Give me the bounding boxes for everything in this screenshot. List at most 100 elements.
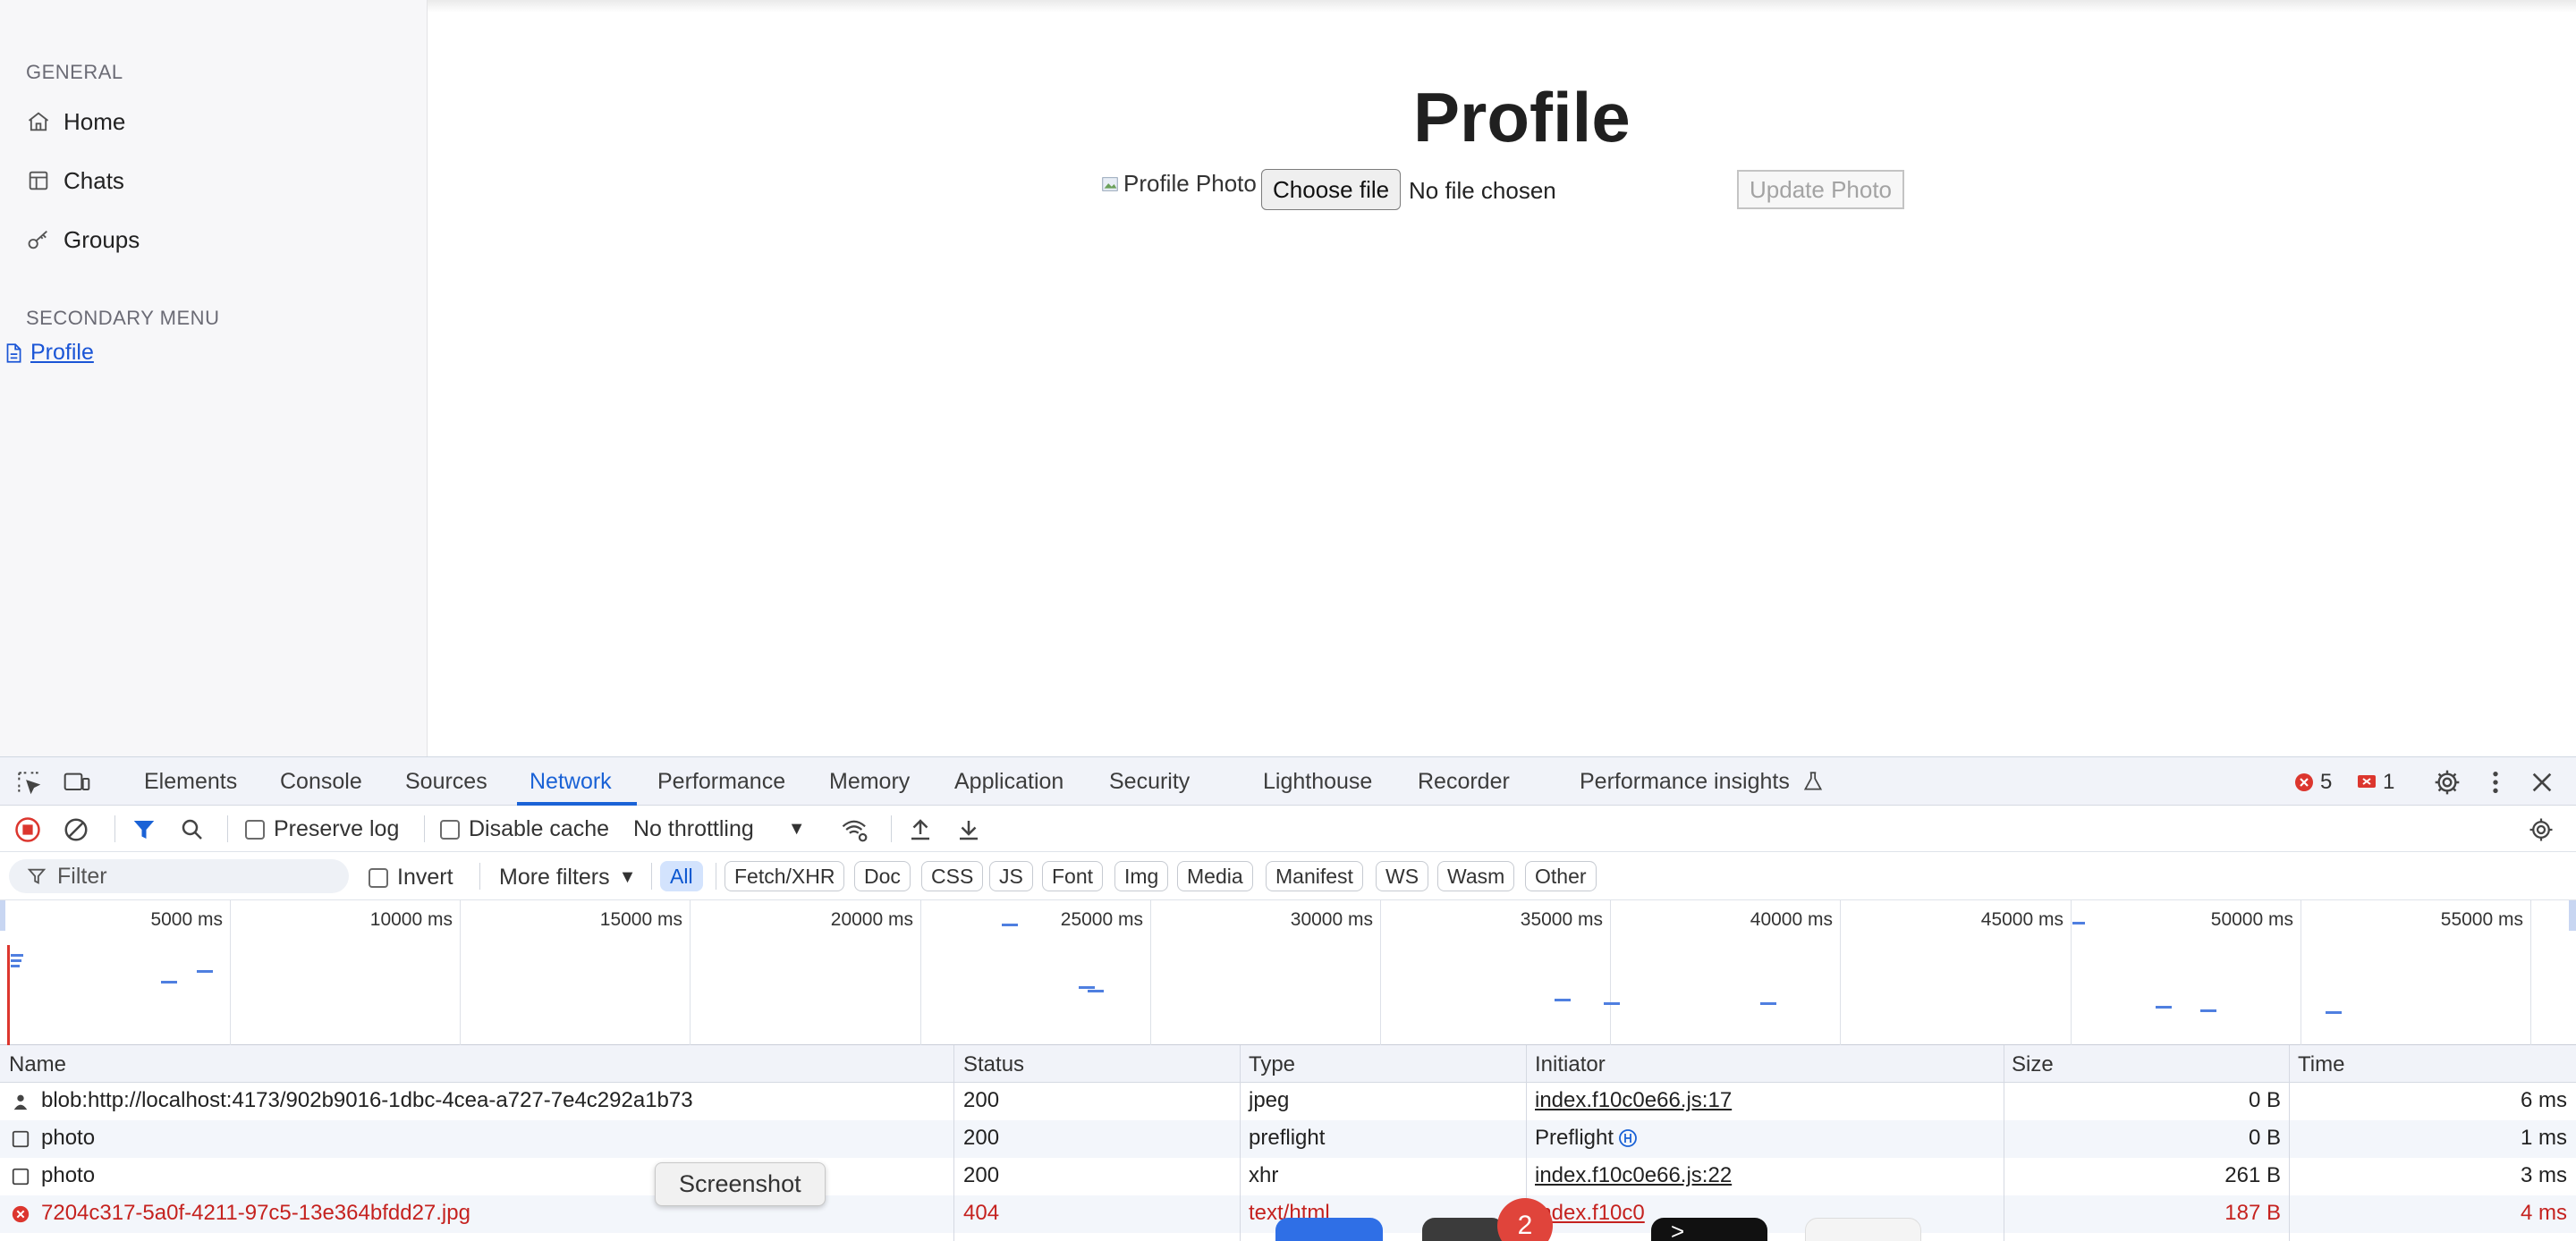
chip-doc[interactable]: Doc: [854, 861, 911, 891]
tab-console[interactable]: Console: [280, 769, 362, 795]
disable-cache-checkbox[interactable]: Disable cache: [440, 816, 609, 842]
chip-manifest[interactable]: Manifest: [1266, 861, 1363, 891]
request-initiator-link[interactable]: index.f10c0e66.js:17: [1535, 1088, 1732, 1113]
column-header-size[interactable]: Size: [2012, 1052, 2054, 1077]
error-count: 5: [2320, 770, 2333, 794]
chip-media[interactable]: Media: [1177, 861, 1253, 891]
tab-lighthouse[interactable]: Lighthouse: [1263, 769, 1372, 795]
request-timing-bar: [11, 965, 20, 967]
network-overview-timeline[interactable]: 5000 ms 10000 ms 15000 ms 20000 ms 25000 ms 3…: [0, 900, 2576, 1045]
request-initiator-link[interactable]: index.f10c0e66.js:22: [1535, 1163, 1732, 1188]
issues-counter[interactable]: 1: [2356, 770, 2394, 795]
checkbox-box[interactable]: [440, 819, 460, 840]
tab-performance-insights[interactable]: Performance insights: [1580, 769, 1790, 795]
sidebar-item-label: Home: [64, 107, 126, 135]
request-name: photo: [41, 1163, 96, 1187]
chip-wasm[interactable]: Wasm: [1437, 861, 1515, 891]
filter-input[interactable]: Filter: [9, 859, 349, 893]
checkbox-box[interactable]: [245, 819, 265, 840]
upload-icon[interactable]: [907, 816, 934, 843]
update-photo-button[interactable]: Update Photo: [1737, 170, 1905, 209]
filter-funnel-icon: [27, 868, 47, 884]
timeline-tick-label: 10000 ms: [369, 909, 453, 930]
document-icon: [12, 1130, 30, 1148]
request-status: 404: [963, 1201, 1000, 1225]
download-icon[interactable]: [955, 816, 982, 843]
more-options-icon[interactable]: [2481, 768, 2510, 797]
tab-recorder[interactable]: Recorder: [1418, 769, 1510, 795]
preserve-log-checkbox[interactable]: Preserve log: [245, 816, 399, 842]
search-icon[interactable]: [179, 816, 206, 843]
request-initiator: Preflight: [1535, 1126, 1639, 1151]
column-divider[interactable]: [2289, 1045, 2290, 1241]
table-row[interactable]: photo 200 xhr index.f10c0e66.js:22 261 B…: [0, 1158, 2576, 1195]
timeline-tick-label: 5000 ms: [150, 909, 223, 930]
range-handle-right[interactable]: [2569, 900, 2576, 931]
error-counter[interactable]: 5: [2293, 770, 2332, 795]
column-header-type[interactable]: Type: [1249, 1052, 1295, 1077]
error-icon: [12, 1205, 30, 1223]
tab-memory[interactable]: Memory: [829, 769, 910, 795]
timeline-tick-label: 20000 ms: [830, 909, 913, 930]
close-icon[interactable]: [2528, 768, 2556, 797]
dock-app-icon[interactable]: [1275, 1218, 1383, 1241]
dock-app-icon[interactable]: [1805, 1218, 1921, 1241]
column-divider[interactable]: [953, 1045, 954, 1241]
timeline-tick-label: 30000 ms: [1290, 909, 1373, 930]
table-row[interactable]: photo 200 preflight Preflight 0 B 1 ms: [0, 1120, 2576, 1158]
dock-app-icon[interactable]: [1422, 1218, 1504, 1241]
column-header-time[interactable]: Time: [2298, 1052, 2344, 1077]
choose-file-button[interactable]: Choose file: [1261, 169, 1402, 210]
column-header-name[interactable]: Name: [9, 1052, 66, 1077]
invert-checkbox[interactable]: Invert: [369, 865, 453, 891]
clear-icon[interactable]: [63, 816, 89, 843]
column-divider[interactable]: [1240, 1045, 1241, 1241]
chip-font[interactable]: Font: [1042, 861, 1104, 891]
request-timing-bar: [2200, 1009, 2216, 1012]
chip-css[interactable]: CSS: [921, 861, 984, 891]
more-filters-dropdown[interactable]: More filters ▼: [499, 865, 636, 891]
tab-application[interactable]: Application: [954, 769, 1063, 795]
sidebar-item-home[interactable]: Home: [26, 102, 125, 141]
settings-gear-icon[interactable]: [2433, 768, 2462, 797]
request-name: blob:http://localhost:4173/902b9016-1dbc…: [41, 1088, 693, 1112]
timeline-tick-label: 55000 ms: [2440, 909, 2523, 930]
tab-sources[interactable]: Sources: [405, 769, 487, 795]
tab-security[interactable]: Security: [1109, 769, 1190, 795]
column-header-initiator[interactable]: Initiator: [1535, 1052, 1606, 1077]
sidebar-item-chats[interactable]: Chats: [26, 161, 124, 200]
sidebar-heading-secondary: SECONDARY MENU: [26, 307, 220, 329]
checkbox-box[interactable]: [369, 867, 388, 888]
chip-all[interactable]: All: [660, 861, 703, 891]
network-conditions-icon[interactable]: [841, 816, 869, 843]
preflight-icon[interactable]: [1617, 1127, 1639, 1149]
request-time: 3 ms: [2520, 1163, 2567, 1187]
tab-performance[interactable]: Performance: [657, 769, 785, 795]
filter-icon[interactable]: [131, 816, 157, 843]
device-toolbar-icon[interactable]: [63, 768, 91, 797]
chip-js[interactable]: JS: [989, 861, 1033, 891]
tab-network[interactable]: Network: [530, 769, 612, 795]
range-handle-left[interactable]: [0, 900, 5, 931]
throttling-select[interactable]: No throttling ▼: [633, 816, 806, 842]
timeline-tick-label: 15000 ms: [599, 909, 682, 930]
chip-other[interactable]: Other: [1525, 861, 1597, 891]
terminal-dock-icon[interactable]: >_: [1651, 1218, 1767, 1241]
table-row[interactable]: blob:http://localhost:4173/902b9016-1dbc…: [0, 1083, 2576, 1120]
request-time: 4 ms: [2520, 1201, 2567, 1225]
timeline-gridline: [1150, 900, 1151, 1045]
inspect-element-icon[interactable]: [14, 768, 43, 797]
sidebar-item-groups[interactable]: Groups: [26, 220, 140, 259]
network-settings-gear-icon[interactable]: [2528, 816, 2555, 843]
disable-cache-label: Disable cache: [469, 816, 610, 841]
chip-img[interactable]: Img: [1114, 861, 1169, 891]
error-icon: [2295, 773, 2313, 791]
chip-fetch-xhr[interactable]: Fetch/XHR: [724, 861, 845, 891]
tab-elements[interactable]: Elements: [144, 769, 237, 795]
stop-recording-icon[interactable]: [14, 816, 41, 843]
sidebar-link-profile[interactable]: Profile: [2, 340, 94, 366]
chip-ws[interactable]: WS: [1376, 861, 1429, 891]
profile-photo: Profile Photo: [1100, 170, 1257, 198]
toolbar-separator: [114, 815, 115, 842]
column-header-status[interactable]: Status: [963, 1052, 1024, 1077]
